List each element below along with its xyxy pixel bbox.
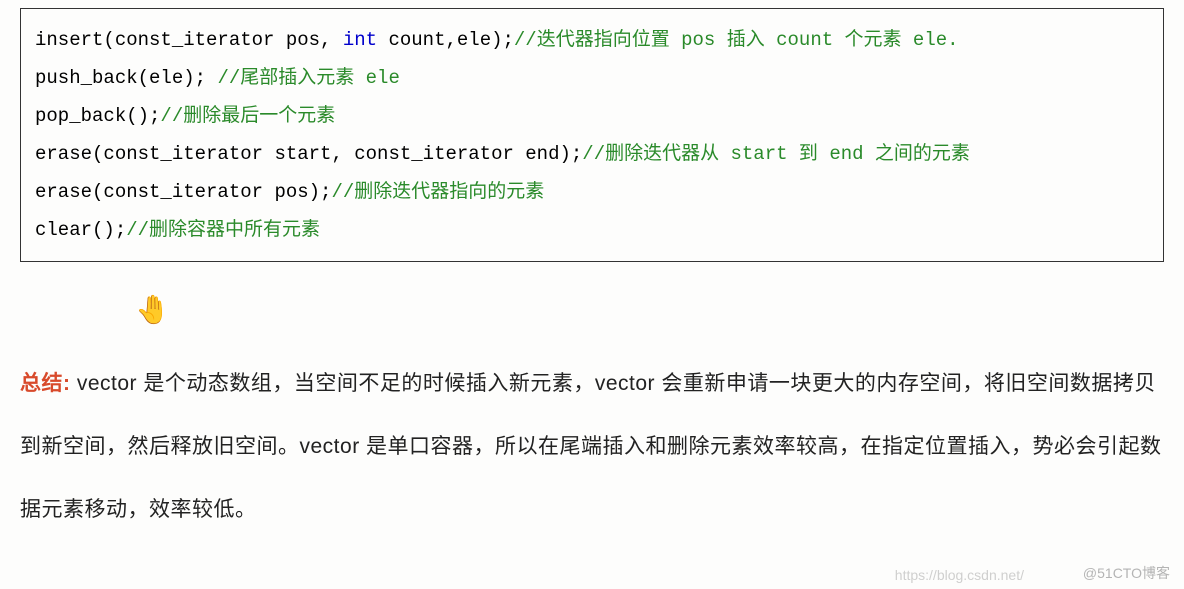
- code-line: erase(const_iterator pos);//删除迭代器指向的元素: [35, 173, 1149, 211]
- code-line: clear();//删除容器中所有元素: [35, 211, 1149, 249]
- code-line: pop_back();//删除最后一个元素: [35, 97, 1149, 135]
- summary-text: vector 是个动态数组，当空间不足的时候插入新元素，vector 会重新申请…: [20, 372, 1162, 521]
- code-comment: //迭代器指向位置 pos 插入 count 个元素 ele.: [514, 29, 959, 51]
- code-block: insert(const_iterator pos, int count,ele…: [20, 8, 1164, 262]
- code-line: push_back(ele); //尾部插入元素 ele: [35, 59, 1149, 97]
- code-comment: //删除迭代器从 start 到 end 之间的元素: [582, 143, 970, 165]
- code-keyword: int: [343, 29, 377, 51]
- code-comment: //删除最后一个元素: [160, 105, 335, 127]
- code-text: count,ele);: [377, 29, 514, 51]
- cursor-hand-icon: ✋: [135, 293, 170, 327]
- code-comment: //删除容器中所有元素: [126, 219, 320, 241]
- code-text: clear();: [35, 219, 126, 241]
- code-comment: //尾部插入元素 ele: [217, 67, 399, 89]
- code-text: insert(const_iterator pos,: [35, 29, 343, 51]
- code-text: pop_back();: [35, 105, 160, 127]
- code-line: insert(const_iterator pos, int count,ele…: [35, 21, 1149, 59]
- code-comment: //删除迭代器指向的元素: [331, 181, 544, 203]
- code-line: erase(const_iterator start, const_iterat…: [35, 135, 1149, 173]
- code-text: push_back(ele);: [35, 67, 217, 89]
- summary-label: 总结:: [20, 372, 71, 395]
- summary-paragraph: 总结: vector 是个动态数组，当空间不足的时候插入新元素，vector 会…: [20, 352, 1164, 541]
- code-text: erase(const_iterator pos);: [35, 181, 331, 203]
- code-text: erase(const_iterator start, const_iterat…: [35, 143, 582, 165]
- watermark-source: @51CTO博客: [1083, 563, 1170, 583]
